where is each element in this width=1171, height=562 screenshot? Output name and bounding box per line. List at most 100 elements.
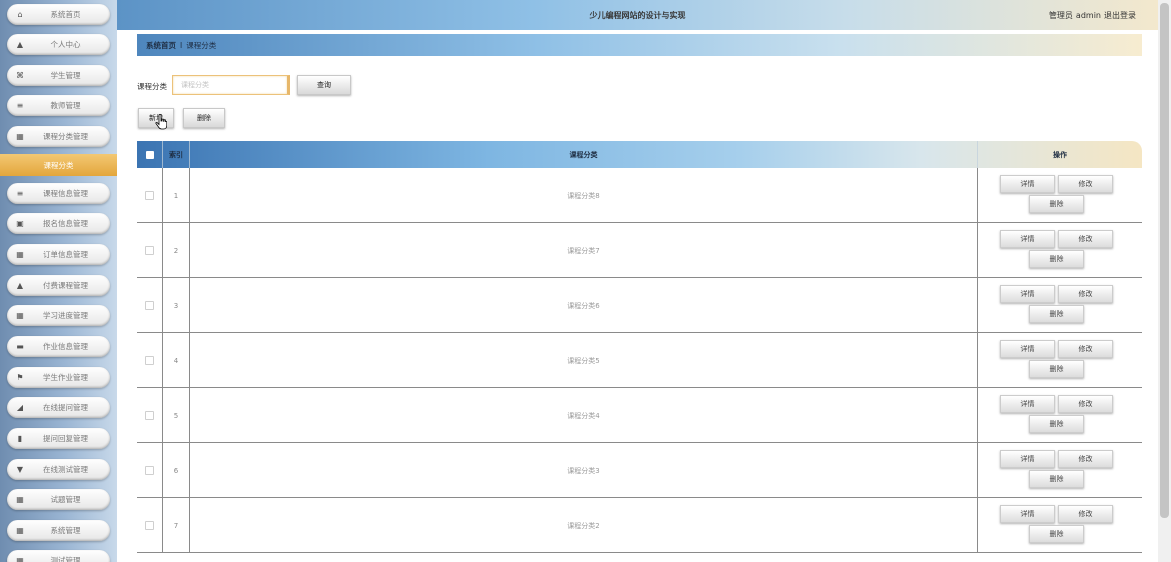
sidebar-item-5[interactable]: ≡ 课程信息管理 [7, 183, 110, 204]
row-checkbox[interactable] [145, 521, 154, 530]
edit-button[interactable]: 修改 [1058, 175, 1113, 193]
breadcrumb-separator: Ι [180, 40, 183, 50]
row-delete-button[interactable]: 删除 [1029, 250, 1084, 268]
edit-button[interactable]: 修改 [1058, 285, 1113, 303]
select-all-checkbox[interactable] [145, 150, 154, 159]
sidebar-subitem-active[interactable]: 课程分类 [0, 154, 117, 176]
table-row: 1 课程分类8 详情 修改 删除 [137, 168, 1142, 223]
row-checkbox[interactable] [145, 246, 154, 255]
logout-link[interactable]: 退出登录 [1104, 11, 1136, 20]
row-checkbox[interactable] [145, 191, 154, 200]
detail-button[interactable]: 详情 [1000, 285, 1055, 303]
sidebar-item-11[interactable]: ⚑ 学生作业管理 [7, 367, 110, 388]
row-index: 7 [163, 498, 190, 553]
detail-button[interactable]: 详情 [1000, 230, 1055, 248]
sidebar-item-2[interactable]: ⌘ 学生管理 [7, 65, 110, 86]
table-row: 6 课程分类3 详情 修改 删除 [137, 443, 1142, 498]
breadcrumb-home[interactable]: 系统首页 [146, 40, 176, 51]
username: admin [1075, 11, 1101, 20]
sidebar-item-label: 学生作业管理 [43, 373, 88, 382]
sidebar-item-label: 课程信息管理 [43, 189, 88, 198]
row-delete-button[interactable]: 删除 [1029, 305, 1084, 323]
edit-button[interactable]: 修改 [1058, 395, 1113, 413]
sidebar-item-label: 教师管理 [50, 101, 81, 110]
row-delete-button[interactable]: 删除 [1029, 525, 1084, 543]
sidebar-item-16[interactable]: ▦ 系统管理 [7, 520, 110, 541]
detail-button[interactable]: 详情 [1000, 340, 1055, 358]
row-delete-button[interactable]: 删除 [1029, 470, 1084, 488]
grid-icon: ▦ [16, 556, 24, 562]
detail-button[interactable]: 详情 [1000, 505, 1055, 523]
sidebar-item-0[interactable]: ⌂ 系统首页 [7, 4, 110, 25]
clipboard-icon: ▣ [16, 219, 24, 228]
category-table: 索引 课程分类 操作 1 课程分类8 详情 修改 删除 2 课程分类7 详情 修改 删除 3 课程分类… [137, 141, 1142, 562]
sidebar-item-label: 付费课程管理 [43, 281, 88, 290]
sidebar-item-label: 学生管理 [50, 71, 81, 80]
header-select-all [137, 141, 163, 168]
row-category: 课程分类8 [190, 168, 978, 223]
sidebar-item-6[interactable]: ▣ 报名信息管理 [7, 213, 110, 234]
add-button[interactable]: 新增 [138, 108, 174, 128]
sidebar-item-3[interactable]: ≡ 教师管理 [7, 95, 110, 116]
edit-button[interactable]: 修改 [1058, 505, 1113, 523]
row-category: 课程分类4 [190, 388, 978, 443]
detail-button[interactable]: 详情 [1000, 175, 1055, 193]
sidebar-item-15[interactable]: ▦ 试题管理 [7, 489, 110, 510]
row-category: 课程分类7 [190, 223, 978, 278]
table-row: 2 课程分类7 详情 修改 删除 [137, 223, 1142, 278]
user-icon: ▲ [16, 281, 24, 290]
delete-button[interactable]: 删除 [183, 108, 225, 128]
sidebar-item-label: 在线测试管理 [43, 465, 88, 474]
sidebar-item-4[interactable]: ▦ 课程分类管理 [7, 126, 110, 147]
sidebar-item-label: 系统管理 [50, 526, 81, 535]
query-button[interactable]: 查询 [297, 75, 351, 95]
row-category: 课程分类6 [190, 278, 978, 333]
table-header: 索引 课程分类 操作 [137, 141, 1142, 168]
row-select-cell [137, 388, 163, 443]
sidebar-item-9[interactable]: ▦ 学习进度管理 [7, 305, 110, 326]
row-checkbox[interactable] [145, 466, 154, 475]
row-index: 4 [163, 333, 190, 388]
search-input[interactable] [172, 75, 290, 95]
row-checkbox[interactable] [145, 301, 154, 310]
row-operations: 详情 修改删除 [978, 388, 1142, 443]
row-select-cell [137, 168, 163, 223]
monitor-icon: ▬ [16, 342, 24, 351]
row-select-cell [137, 333, 163, 388]
detail-button[interactable]: 详情 [1000, 450, 1055, 468]
sidebar-item-1[interactable]: ▲ 个人中心 [7, 34, 110, 55]
edit-button[interactable]: 修改 [1058, 340, 1113, 358]
edit-button[interactable]: 修改 [1058, 230, 1113, 248]
sidebar-item-label: 测试管理 [50, 556, 81, 562]
vertical-scrollbar[interactable] [1158, 0, 1171, 562]
row-delete-button[interactable]: 删除 [1029, 415, 1084, 433]
sidebar-item-7[interactable]: ▦ 订单信息管理 [7, 244, 110, 265]
sidebar-item-17[interactable]: ▦ 测试管理 [7, 550, 110, 562]
top-bar: 少儿编程网站的设计与实现 管理员 admin 退出登录 [117, 0, 1158, 30]
sidebar-item-14[interactable]: ▼ 在线测试管理 [7, 459, 110, 480]
detail-button[interactable]: 详情 [1000, 395, 1055, 413]
header-index: 索引 [163, 141, 190, 168]
scrollbar-thumb[interactable] [1160, 3, 1169, 518]
sidebar-item-label: 学习进度管理 [43, 311, 88, 320]
edit-button[interactable]: 修改 [1058, 450, 1113, 468]
app-title: 少儿编程网站的设计与实现 [589, 11, 686, 20]
row-operations: 详情 修改删除 [978, 278, 1142, 333]
sidebar-item-8[interactable]: ▲ 付费课程管理 [7, 275, 110, 296]
row-select-cell [137, 278, 163, 333]
sidebar-item-10[interactable]: ▬ 作业信息管理 [7, 336, 110, 357]
row-checkbox[interactable] [145, 411, 154, 420]
list-icon: ≡ [16, 189, 24, 198]
row-delete-button[interactable]: 删除 [1029, 195, 1084, 213]
row-checkbox[interactable] [145, 356, 154, 365]
filter-icon: ▼ [16, 465, 24, 474]
user-icon: ▲ [16, 40, 24, 49]
search-label: 课程分类 [137, 82, 167, 91]
row-operations: 详情 修改删除 [978, 443, 1142, 498]
grid-icon: ▦ [16, 132, 24, 141]
row-delete-button[interactable]: 删除 [1029, 360, 1084, 378]
sidebar-item-12[interactable]: ◢ 在线提问管理 [7, 397, 110, 418]
users-icon: ⌘ [16, 71, 24, 80]
table-row: 4 课程分类5 详情 修改 删除 [137, 333, 1142, 388]
sidebar-item-13[interactable]: ▮ 提问回复管理 [7, 428, 110, 449]
